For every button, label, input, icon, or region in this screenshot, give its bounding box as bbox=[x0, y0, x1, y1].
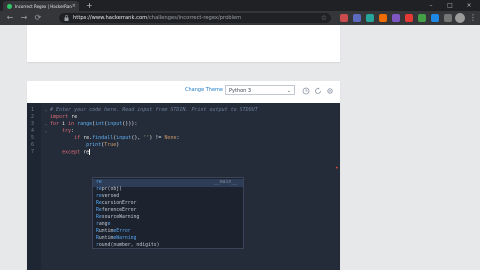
page-content: Change Theme Python 3 ⌄ 1 ⌄ # Enter your c… bbox=[0, 25, 480, 270]
line-number: 3 bbox=[31, 121, 35, 127]
history-icon[interactable] bbox=[302, 87, 310, 95]
code-line[interactable]: import re bbox=[50, 114, 77, 121]
autocomplete-rest: ang bbox=[98, 222, 108, 227]
code-line[interactable]: if re.findall(input(), '') != None: bbox=[50, 135, 180, 142]
reload-button[interactable]: ⟳ bbox=[32, 12, 44, 24]
extension-icon[interactable] bbox=[366, 14, 374, 22]
error-indicator-icon: • bbox=[335, 165, 339, 172]
extension-icon[interactable] bbox=[379, 14, 387, 22]
code-token: in bbox=[68, 121, 78, 127]
browser-menu-icon[interactable]: ⋮ bbox=[469, 12, 477, 24]
code-token: input bbox=[116, 135, 132, 141]
code-token: : bbox=[71, 128, 75, 134]
code-line[interactable]: for i in range(int(input())): bbox=[50, 121, 137, 128]
code-token: print bbox=[86, 142, 102, 148]
lock-icon bbox=[64, 15, 69, 21]
reset-icon[interactable] bbox=[314, 87, 322, 95]
browser-tab-bar: Incorrect Regex | HackerRank × + – □ × bbox=[0, 0, 480, 11]
autocomplete-rest: pr(obj) bbox=[101, 187, 122, 192]
fold-arrow-icon[interactable]: ⌄ bbox=[45, 107, 47, 112]
line-number: 6 bbox=[31, 142, 35, 148]
autocomplete-rest: ferenceError bbox=[101, 208, 137, 213]
url-path: /challenges/incorrect-regex/problem bbox=[147, 15, 242, 21]
code-token: re. bbox=[83, 135, 93, 141]
autocomplete-match: e bbox=[107, 222, 111, 227]
autocomplete-label: round(number, ndigits) bbox=[96, 242, 160, 250]
autocomplete-match: re bbox=[96, 180, 102, 185]
code-token: input bbox=[107, 121, 123, 127]
autocomplete-rest: versed bbox=[101, 194, 120, 199]
code-token: except bbox=[50, 149, 84, 156]
autocomplete-rest: untim bbox=[98, 229, 114, 234]
code-token: ) bbox=[116, 142, 120, 148]
code-token: : bbox=[176, 135, 180, 141]
chevron-down-icon: ⌄ bbox=[286, 88, 291, 94]
bookmark-star-icon[interactable]: ☆ bbox=[321, 13, 327, 23]
language-value: Python 3 bbox=[229, 88, 252, 94]
code-token: int bbox=[95, 121, 105, 127]
address-bar[interactable]: https://www.hackerrank.com/challenges/in… bbox=[59, 13, 331, 23]
profile-avatar[interactable] bbox=[455, 13, 465, 23]
autocomplete-match: eWarning bbox=[113, 236, 137, 241]
code-token: (), bbox=[131, 135, 144, 141]
autocomplete-rest: untim bbox=[98, 236, 114, 241]
text-cursor bbox=[89, 149, 91, 155]
change-theme-link[interactable]: Change Theme bbox=[185, 87, 223, 93]
fold-arrow-icon[interactable]: ⌄ bbox=[45, 128, 47, 133]
problem-card bbox=[27, 25, 340, 62]
code-line[interactable]: try: bbox=[50, 128, 74, 135]
minimize-button[interactable]: – bbox=[424, 0, 438, 11]
extension-icon[interactable] bbox=[444, 14, 452, 22]
browser-toolbar: ← → ⟳ https://www.hackerrank.com/challen… bbox=[0, 11, 480, 25]
code-token: range bbox=[77, 121, 93, 127]
tab-title: Incorrect Regex | HackerRank bbox=[15, 3, 72, 9]
code-token: # Enter your code here. Read input from … bbox=[50, 107, 258, 113]
tab-close-icon[interactable]: × bbox=[72, 3, 76, 9]
extension-icon[interactable] bbox=[431, 14, 439, 22]
code-token: try bbox=[50, 128, 72, 134]
autocomplete-rest: ound(number, ndigits) bbox=[98, 243, 160, 248]
settings-gear-icon[interactable] bbox=[326, 87, 334, 95]
line-number: 7 bbox=[31, 149, 35, 155]
extension-icon[interactable] bbox=[418, 14, 426, 22]
hackerrank-favicon-icon bbox=[7, 3, 12, 9]
code-line[interactable]: print(True) bbox=[50, 142, 119, 149]
code-token: for bbox=[50, 121, 63, 127]
url-host: https://www.hackerrank.com bbox=[73, 15, 148, 21]
extension-icon[interactable] bbox=[340, 14, 348, 22]
code-token: None bbox=[164, 135, 177, 141]
autocomplete-item[interactable]: round(number, ndigits) bbox=[93, 242, 243, 250]
forward-button[interactable]: → bbox=[18, 12, 30, 24]
autocomplete-rest: cursionError bbox=[101, 201, 137, 206]
line-number: 1 bbox=[31, 107, 35, 113]
autocomplete-rest: sourceWarning bbox=[101, 215, 140, 220]
url-text: https://www.hackerrank.com/challenges/in… bbox=[73, 13, 241, 23]
code-token: True bbox=[104, 142, 117, 148]
new-tab-button[interactable]: + bbox=[86, 1, 93, 10]
extension-icon[interactable] bbox=[392, 14, 400, 22]
code-token: re bbox=[71, 114, 78, 120]
language-select[interactable]: Python 3 ⌄ bbox=[225, 85, 295, 95]
line-number: 2 bbox=[31, 114, 35, 120]
line-number: 4 bbox=[31, 128, 35, 134]
code-token: ) != bbox=[149, 135, 165, 141]
line-number: 5 bbox=[31, 135, 35, 141]
maximize-button[interactable]: □ bbox=[443, 0, 457, 11]
fold-arrow-icon[interactable]: ⌄ bbox=[45, 121, 47, 126]
code-line[interactable]: except re bbox=[50, 149, 91, 157]
autocomplete-popup[interactable]: re __main__ repr(obj) reversed RecursionErro… bbox=[92, 177, 244, 249]
editor-header: Change Theme Python 3 ⌄ bbox=[27, 81, 340, 103]
extension-icon[interactable] bbox=[405, 14, 413, 22]
code-token: import bbox=[50, 114, 72, 120]
code-token: ())): bbox=[122, 121, 138, 127]
back-button[interactable]: ← bbox=[4, 12, 16, 24]
browser-tab[interactable]: Incorrect Regex | HackerRank × bbox=[3, 1, 79, 11]
code-line[interactable]: # Enter your code here. Read input from … bbox=[50, 107, 258, 114]
extension-icon[interactable] bbox=[353, 14, 361, 22]
code-token: findall bbox=[92, 135, 114, 141]
autocomplete-match: eError bbox=[113, 229, 131, 234]
close-window-button[interactable]: × bbox=[462, 0, 476, 11]
code-token: if bbox=[50, 135, 84, 141]
